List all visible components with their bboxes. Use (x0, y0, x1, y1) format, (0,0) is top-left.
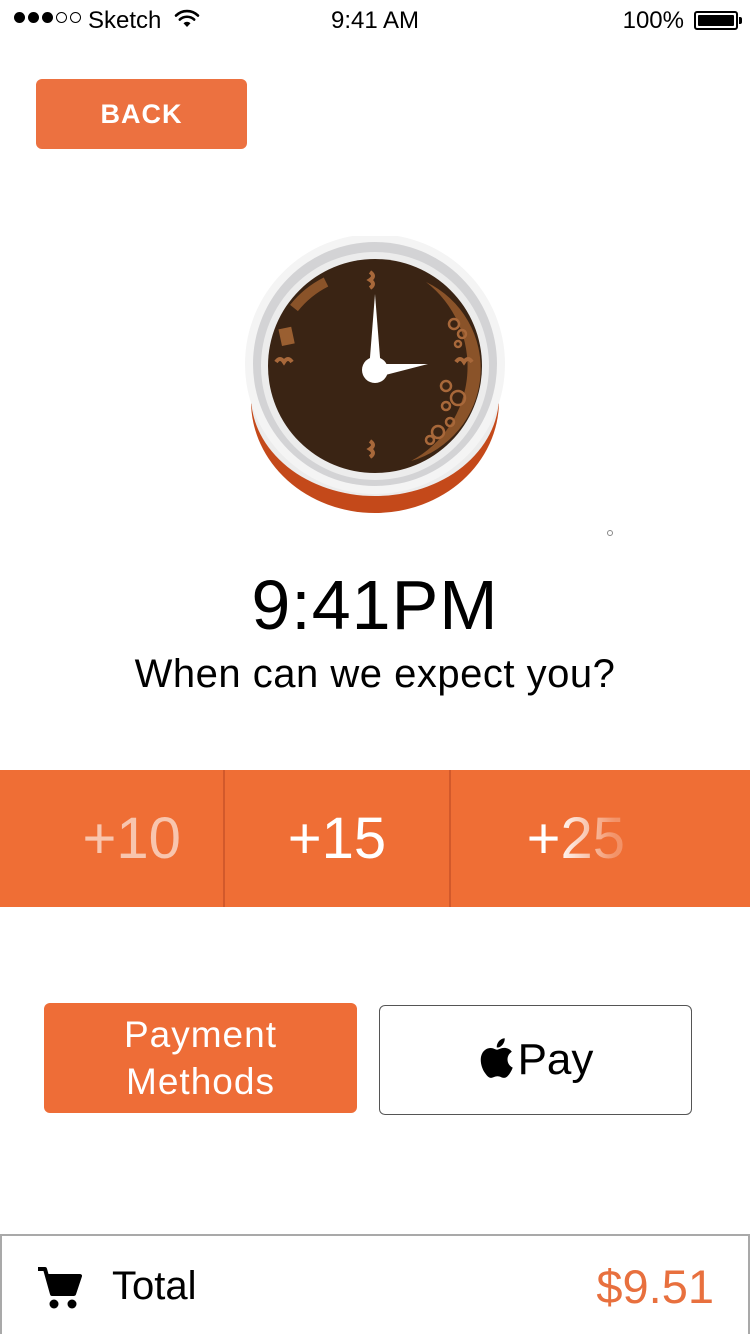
stray-dot (607, 530, 613, 536)
payment-methods-line2: Methods (126, 1061, 275, 1102)
apple-pay-label: Pay (517, 1035, 594, 1084)
increment-label: +10 (82, 806, 181, 871)
battery-percent: 100% (622, 7, 684, 34)
increment-label: +25 (526, 806, 626, 871)
back-button[interactable]: BACK (36, 79, 247, 149)
increment-option[interactable]: +25 (448, 770, 750, 907)
payment-methods-button[interactable]: Payment Methods (44, 1003, 357, 1113)
clock-cup-icon (236, 234, 516, 526)
payment-methods-line1: Payment (123, 1014, 277, 1055)
status-bar: Sketch 9:41 AM 100% (0, 0, 750, 42)
pickup-time: 9:41PM (251, 566, 499, 644)
increment-option-selected[interactable]: +15 (223, 770, 448, 907)
apple-pay-button[interactable]: Pay (379, 1005, 692, 1115)
total-bar: Total $9.51 (0, 1234, 750, 1334)
apple-logo-icon (478, 1037, 514, 1084)
screen: Sketch 9:41 AM 100% BACK 9:41PM When can… (0, 0, 750, 1334)
battery-icon (694, 11, 742, 30)
increment-label: +15 (287, 806, 387, 871)
pickup-question: When can we expect you? (134, 652, 616, 696)
time-increment-picker[interactable]: +10 +15 +25 (0, 770, 750, 907)
cart-icon[interactable] (36, 1264, 82, 1317)
total-amount: $9.51 (596, 1260, 714, 1313)
increment-option[interactable]: +10 (0, 770, 223, 907)
total-label: Total (112, 1264, 197, 1308)
